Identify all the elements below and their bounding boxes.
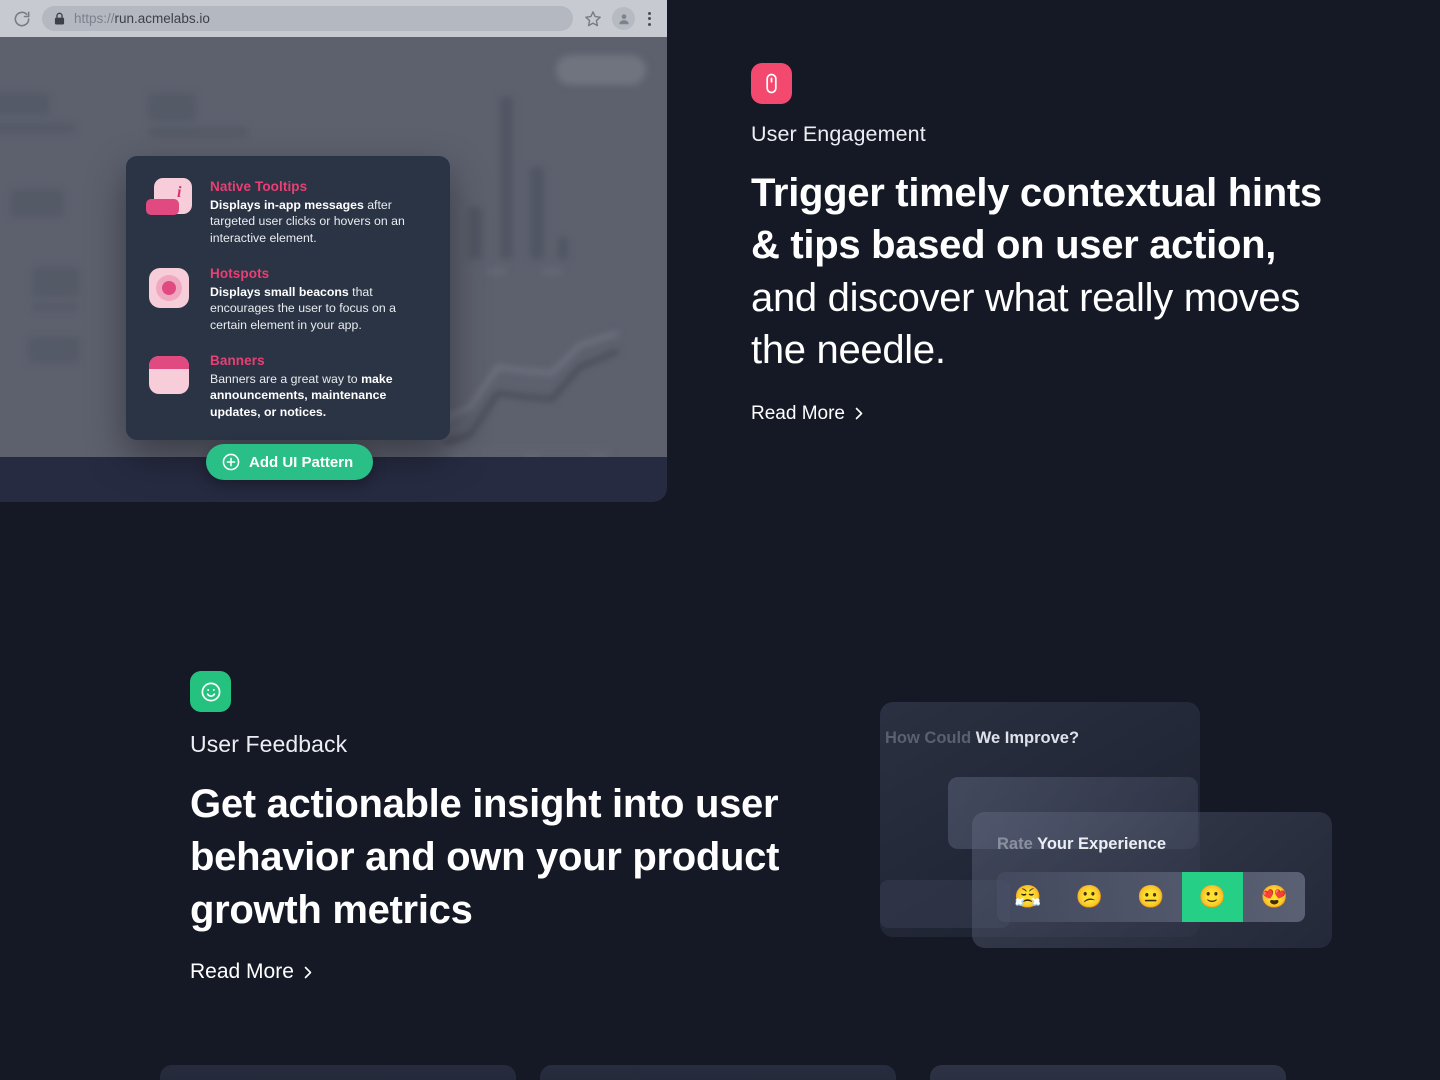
- tooltip-item-banners: Banners Banners are a great way to make …: [146, 352, 430, 420]
- url-host: run.acmelabs.io: [114, 11, 210, 26]
- improve-card-title: How Could We Improve?: [885, 729, 1079, 748]
- address-bar[interactable]: https://run.acmelabs.io: [42, 6, 573, 31]
- read-more-label: Read More: [190, 960, 294, 984]
- url-scheme: https://: [74, 11, 115, 26]
- plus-circle-icon: [222, 453, 240, 471]
- improve-title-bright: We Improve?: [975, 729, 1080, 747]
- add-ui-pattern-button[interactable]: Add UI Pattern: [206, 444, 374, 480]
- tooltip-item-title: Banners: [210, 353, 265, 369]
- browser-mockup: https://run.acmelabs.io i Native Tooltip…: [0, 0, 667, 502]
- bottom-card-1[interactable]: [160, 1065, 516, 1080]
- tooltip-item-text: Displays small beacons that encourages t…: [210, 284, 430, 333]
- kebab-menu-icon[interactable]: [644, 11, 655, 26]
- star-icon[interactable]: [583, 9, 603, 29]
- browser-toolbar: https://run.acmelabs.io: [0, 0, 667, 37]
- engagement-read-more-link[interactable]: Read More: [751, 403, 865, 425]
- improve-title-dim: How Could: [885, 729, 976, 747]
- read-more-label: Read More: [751, 402, 845, 424]
- tooltip-item-text-lead: Banners are a great way to: [210, 372, 362, 387]
- engagement-headline: Trigger timely contextual hints & tips b…: [751, 167, 1351, 377]
- rate-title-dim: Rate: [997, 835, 1038, 853]
- tooltip-icon: i: [146, 178, 192, 224]
- emoji-rating-option-4-selected[interactable]: 🙂: [1181, 872, 1244, 922]
- emoji-rating-option-3[interactable]: 😐: [1120, 872, 1182, 922]
- toolbar-actions: [583, 7, 655, 30]
- tooltip-item-hotspots: Hotspots Displays small beacons that enc…: [146, 265, 430, 333]
- tooltip-item-text-bold: Displays small beacons: [210, 285, 349, 300]
- emoji-rating-option-2[interactable]: 😕: [1059, 872, 1121, 922]
- user-feedback-section: User Feedback Get actionable insight int…: [190, 671, 810, 984]
- emoji-rating-bar: 😤 😕 😐 🙂 😍: [997, 872, 1305, 922]
- user-engagement-section: User Engagement Trigger timely contextua…: [751, 63, 1351, 425]
- emoji-rating-option-1[interactable]: 😤: [997, 872, 1059, 922]
- tooltip-item-title: Native Tooltips: [210, 179, 308, 194]
- tooltip-item-native-tooltips: i Native Tooltips Displays in-app messag…: [146, 178, 430, 246]
- tooltip-item-title: Hotspots: [210, 266, 270, 282]
- avatar-icon[interactable]: [612, 7, 635, 30]
- page-root: https://run.acmelabs.io i Native Tooltip…: [0, 0, 1440, 1080]
- engagement-headline-rest: and discover what really moves the needl…: [751, 275, 1301, 373]
- tooltip-item-text: Displays in-app messages after targeted …: [210, 197, 430, 246]
- feedback-eyebrow: User Feedback: [190, 731, 348, 757]
- smiley-face-icon: [190, 671, 231, 712]
- emoji-rating-option-5[interactable]: 😍: [1243, 872, 1305, 922]
- engagement-eyebrow: User Engagement: [751, 122, 926, 146]
- add-ui-pattern-label: Add UI Pattern: [249, 453, 354, 471]
- lock-icon: [54, 12, 65, 25]
- tooltip-item-text: Banners are a great way to make announce…: [210, 371, 430, 420]
- url-text: https://run.acmelabs.io: [74, 11, 210, 26]
- chevron-right-icon: [303, 965, 314, 980]
- rate-card-title: Rate Your Experience: [997, 835, 1166, 854]
- rate-title-bright: Your Experience: [1037, 835, 1167, 853]
- engagement-headline-bold: Trigger timely contextual hints & tips b…: [751, 171, 1322, 268]
- reload-icon[interactable]: [12, 9, 32, 29]
- banner-icon: [146, 352, 192, 398]
- tooltip-item-text-bold: Displays in-app messages: [210, 198, 364, 212]
- chevron-right-icon: [854, 406, 865, 421]
- bottom-card-3[interactable]: [930, 1065, 1286, 1080]
- ui-pattern-tooltip-card: i Native Tooltips Displays in-app messag…: [126, 156, 450, 441]
- hotspot-icon: [146, 265, 192, 311]
- feedback-headline: Get actionable insight into user behavio…: [190, 782, 780, 932]
- bottom-card-2[interactable]: [540, 1065, 896, 1080]
- rate-your-experience-card: Rate Your Experience 😤 😕 😐 🙂 😍: [972, 812, 1332, 948]
- feedback-read-more-link[interactable]: Read More: [190, 960, 314, 984]
- mockup-line-chart: [440, 331, 619, 453]
- mouse-pointer-icon: [751, 63, 792, 104]
